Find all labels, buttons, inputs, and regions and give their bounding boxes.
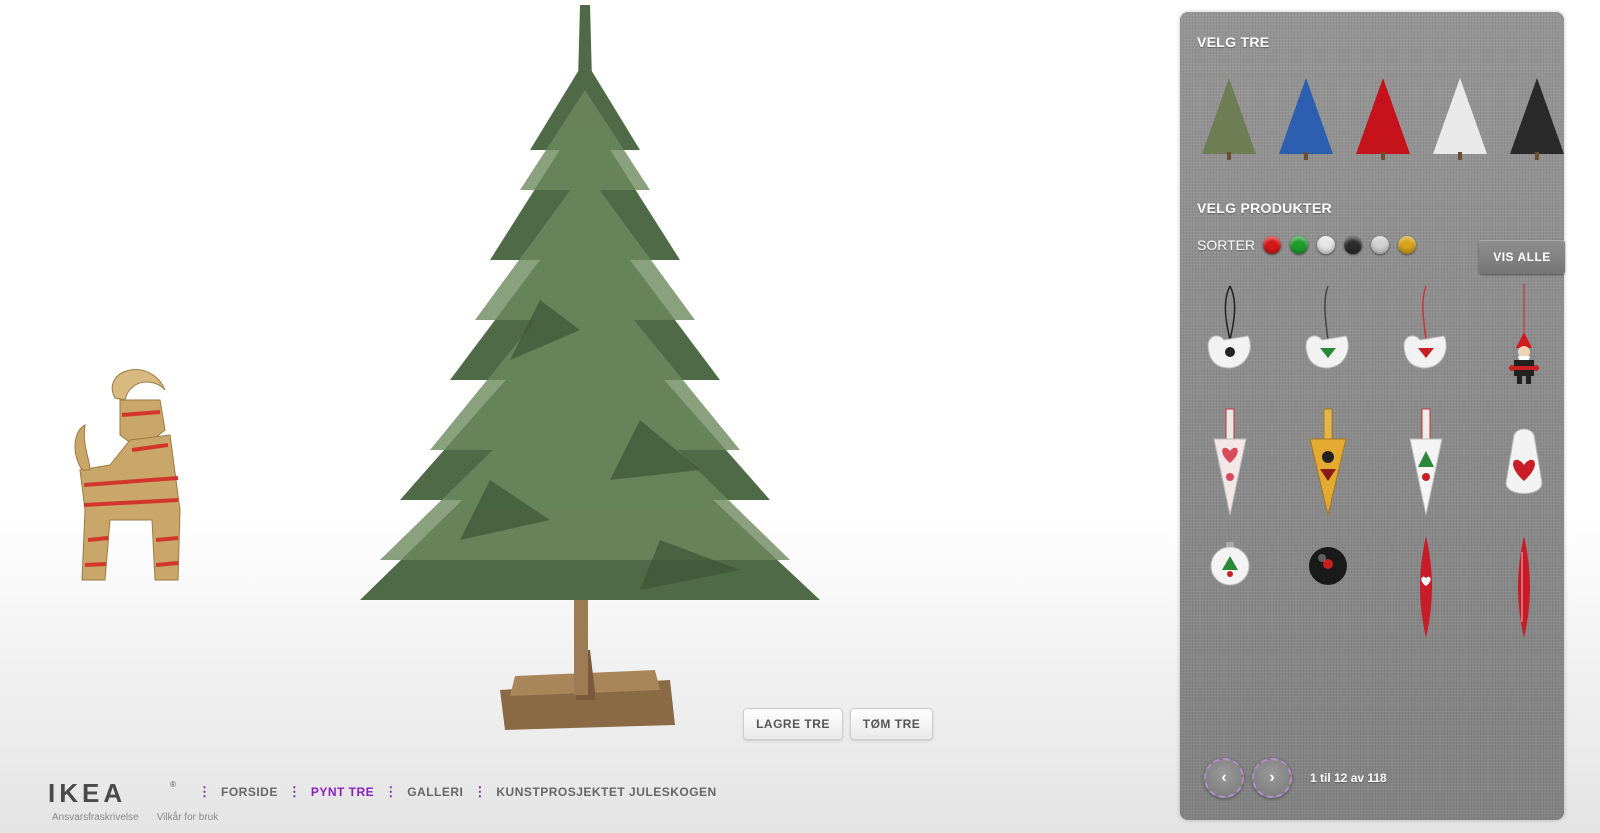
sort-silver-swatch[interactable] bbox=[1371, 236, 1390, 254]
white-bird-ornament-icon[interactable] bbox=[1190, 282, 1270, 392]
choose-products-heading: VELG PRODUKTER bbox=[1197, 200, 1332, 216]
black-bauble-icon[interactable] bbox=[1288, 532, 1368, 642]
footer-sublinks: Ansvarsfraskrivelse Vilkår for bruk bbox=[52, 812, 218, 823]
footer-nav: ⋮ FORSIDE ⋮ PYNT TRE ⋮ GALLERI ⋮ KUNSTPR… bbox=[188, 784, 717, 800]
nav-item-kunstprosjektet[interactable]: KUNSTPROSJEKTET JULESKOGEN bbox=[496, 785, 716, 799]
choose-tree-heading: VELG TRE bbox=[1197, 34, 1270, 50]
terms-link[interactable]: Vilkår for bruk bbox=[157, 812, 219, 823]
nav-item-forside[interactable]: FORSIDE bbox=[221, 785, 278, 799]
sort-green-swatch[interactable] bbox=[1290, 236, 1309, 254]
straw-goat-image bbox=[74, 369, 181, 581]
red-heart-cone-ornament-icon[interactable] bbox=[1190, 407, 1270, 517]
nav-item-pynt-tre[interactable]: PYNT TRE bbox=[311, 785, 374, 799]
next-page-button[interactable]: › bbox=[1252, 758, 1292, 798]
scene-stage: LAGRE TRE TØM TRE bbox=[0, 0, 1180, 833]
pager: ‹ › 1 til 12 av 118 bbox=[1204, 758, 1387, 798]
black-tree-icon[interactable] bbox=[1504, 72, 1570, 164]
product-grid bbox=[1180, 282, 1564, 642]
nav-separator: ⋮ bbox=[473, 784, 487, 799]
decorate-panel: VELG TRE VELG PRODUKTER SORTER VIS ALLE … bbox=[1180, 12, 1565, 820]
blue-tree-icon[interactable] bbox=[1273, 72, 1339, 164]
christmas-tree-image bbox=[360, 5, 820, 730]
red-pattern-bird-ornament-icon[interactable] bbox=[1386, 282, 1466, 392]
chevron-left-icon: ‹ bbox=[1221, 769, 1227, 786]
save-tree-button[interactable]: LAGRE TRE bbox=[743, 708, 843, 740]
green-cone-ornament-icon[interactable] bbox=[1386, 407, 1466, 517]
clear-tree-button[interactable]: TØM TRE bbox=[850, 708, 933, 740]
nav-separator: ⋮ bbox=[384, 784, 398, 799]
sort-row: SORTER bbox=[1197, 232, 1425, 258]
red-drop-ornament-icon[interactable] bbox=[1484, 532, 1564, 642]
heart-sack-ornament-icon[interactable] bbox=[1484, 407, 1564, 517]
white-bauble-icon[interactable] bbox=[1190, 532, 1270, 642]
yellow-cone-ornament-icon[interactable] bbox=[1288, 407, 1368, 517]
footer: IKEA ® ⋮ FORSIDE ⋮ PYNT TRE ⋮ GALLERI ⋮ … bbox=[48, 778, 808, 828]
logo-registered-mark: ® bbox=[170, 780, 176, 789]
sort-label: SORTER bbox=[1197, 237, 1256, 253]
sort-red-swatch[interactable] bbox=[1263, 236, 1282, 254]
green-tree-icon[interactable] bbox=[1196, 72, 1262, 164]
nav-separator: ⋮ bbox=[287, 784, 301, 799]
prev-page-button[interactable]: ‹ bbox=[1204, 758, 1244, 798]
chevron-right-icon: › bbox=[1269, 769, 1275, 786]
red-tree-icon[interactable] bbox=[1350, 72, 1416, 164]
green-pattern-bird-ornament-icon[interactable] bbox=[1288, 282, 1368, 392]
pager-count: 1 til 12 av 118 bbox=[1310, 771, 1387, 785]
sort-gold-swatch[interactable] bbox=[1398, 236, 1417, 254]
disclaimer-link[interactable]: Ansvarsfraskrivelse bbox=[52, 812, 139, 823]
red-drop-ornament-icon[interactable] bbox=[1386, 532, 1466, 642]
ikea-logo[interactable]: IKEA bbox=[48, 778, 126, 809]
tree-choices bbox=[1196, 72, 1564, 172]
nav-item-galleri[interactable]: GALLERI bbox=[407, 785, 463, 799]
show-all-button[interactable]: VIS ALLE bbox=[1479, 240, 1565, 274]
sort-black-swatch[interactable] bbox=[1344, 236, 1363, 254]
white-tree-icon[interactable] bbox=[1427, 72, 1493, 164]
sort-white-swatch[interactable] bbox=[1317, 236, 1336, 254]
santa-ornament-icon[interactable] bbox=[1484, 282, 1564, 392]
nav-separator: ⋮ bbox=[198, 784, 211, 799]
